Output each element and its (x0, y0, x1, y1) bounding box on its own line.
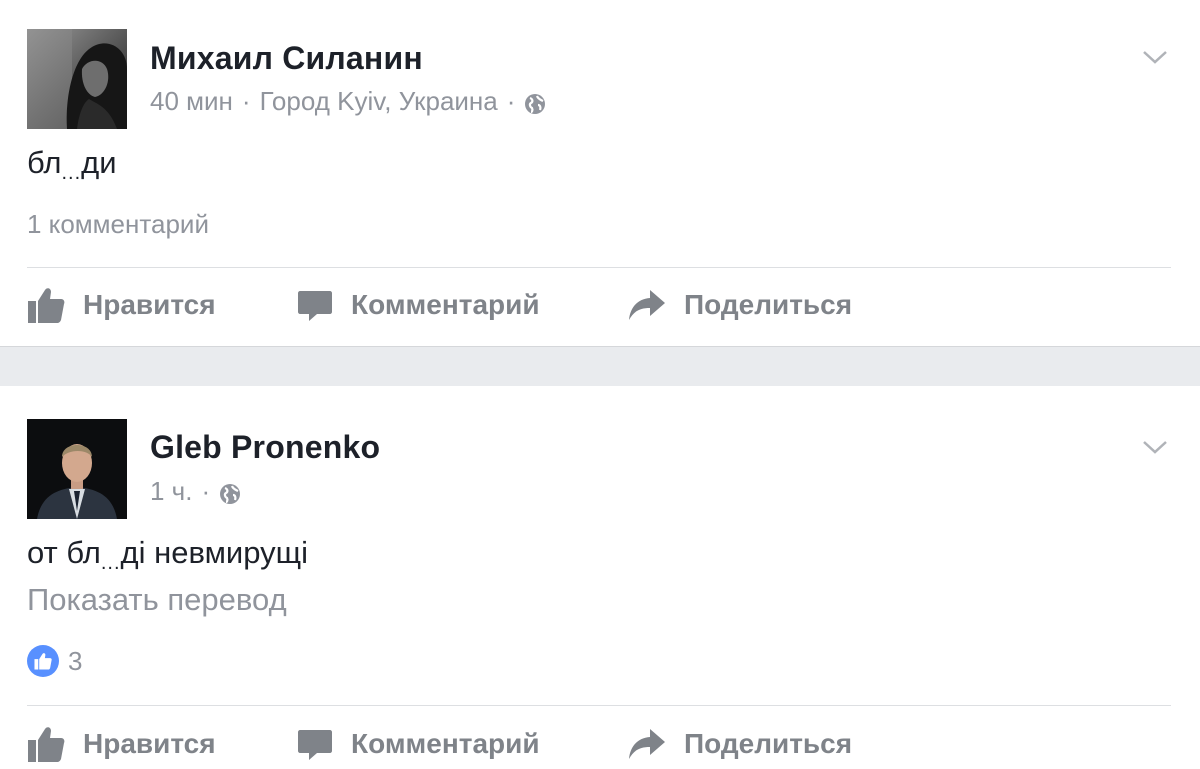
like-button[interactable]: Нравится (27, 280, 216, 330)
share-label: Поделиться (684, 728, 853, 759)
author-name[interactable]: Gleb Pronenko (150, 429, 380, 466)
post-text-start: бл (27, 145, 62, 180)
comment-button[interactable]: Комментарий (297, 719, 540, 769)
meta-dot: · (506, 86, 516, 116)
post-location[interactable]: Город Kyiv, Украина (260, 86, 498, 117)
like-button[interactable]: Нравится (27, 719, 216, 769)
meta-dot: · (201, 476, 211, 506)
post-time[interactable]: 40 мин (150, 86, 233, 117)
comments-count[interactable]: 1 комментарий (27, 209, 209, 240)
post-meta: 40 мин · Город Kyiv, Украина · (150, 86, 546, 117)
post-text-ellipsis: ... (100, 552, 121, 574)
share-button[interactable]: Поделиться (628, 280, 852, 330)
thumbs-up-icon (28, 288, 65, 323)
avatar[interactable] (27, 29, 127, 129)
like-label: Нравится (83, 289, 216, 320)
post-time[interactable]: 1 ч. (150, 476, 192, 507)
post-text-end: ді невмирущі (120, 535, 308, 570)
comment-label: Комментарий (351, 728, 540, 759)
comment-label: Комментарий (351, 289, 540, 320)
post-text: бл...ди (27, 145, 117, 185)
share-button[interactable]: Поделиться (628, 719, 852, 769)
divider (27, 267, 1171, 268)
post-text-end: ди (81, 145, 117, 180)
thumbs-up-icon (28, 727, 65, 762)
globe-icon (219, 481, 241, 504)
feed-separator (0, 347, 1200, 387)
avatar[interactable] (27, 419, 127, 519)
show-translation-link[interactable]: Показать перевод (27, 582, 287, 618)
share-arrow-icon (629, 729, 665, 759)
share-arrow-icon (629, 290, 665, 320)
post-text: от бл...ді невмирущі (27, 535, 308, 575)
post-text-start: от бл (27, 535, 101, 570)
action-bar: Нравится Комментарий Поделиться (0, 719, 1200, 769)
post-2: Gleb Pronenko 1 ч. · от бл...ді невмирущ… (0, 386, 1200, 762)
divider (27, 705, 1171, 706)
globe-icon (524, 91, 546, 114)
likes-summary[interactable]: 3 (27, 645, 82, 677)
post-meta: 1 ч. · (150, 476, 241, 507)
chevron-down-icon[interactable] (1142, 48, 1168, 66)
meta-dot: · (241, 86, 251, 116)
chevron-down-icon[interactable] (1142, 438, 1168, 456)
action-bar: Нравится Комментарий Поделиться (0, 280, 1200, 330)
post-text-ellipsis: ... (61, 162, 82, 184)
comment-bubble-icon (298, 730, 332, 760)
post-1: Михаил Силанин 40 мин · Город Kyiv, Укра… (0, 0, 1200, 347)
comment-bubble-icon (298, 291, 332, 321)
like-badge-icon (27, 645, 59, 677)
author-name[interactable]: Михаил Силанин (150, 40, 423, 77)
comment-button[interactable]: Комментарий (297, 280, 540, 330)
likes-count: 3 (68, 645, 83, 676)
like-label: Нравится (83, 728, 216, 759)
share-label: Поделиться (684, 289, 853, 320)
